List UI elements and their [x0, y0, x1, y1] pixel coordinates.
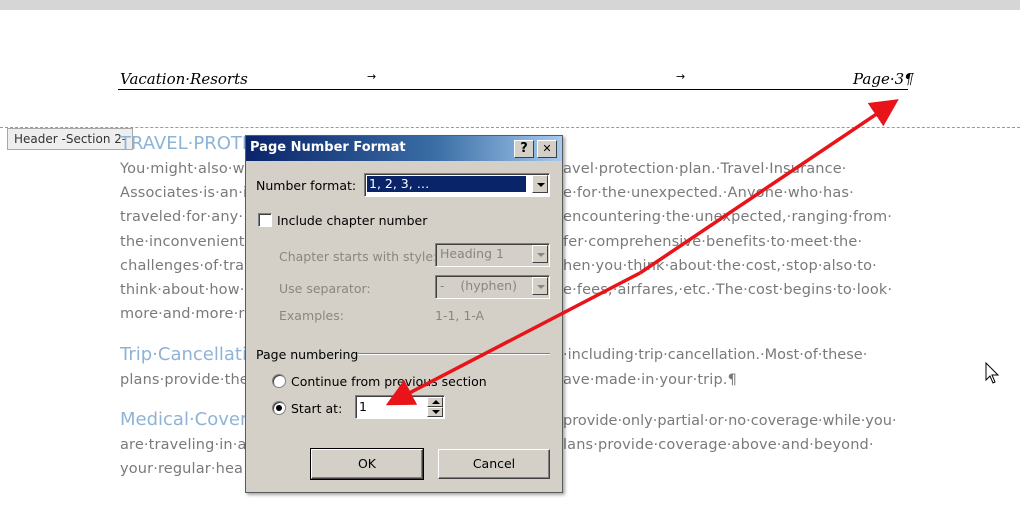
- annotation-arrow-overlay: [385, 99, 899, 406]
- annotation-arrow-to-page-number: [639, 99, 899, 275]
- annotation-arrow-to-start-at: [385, 271, 641, 406]
